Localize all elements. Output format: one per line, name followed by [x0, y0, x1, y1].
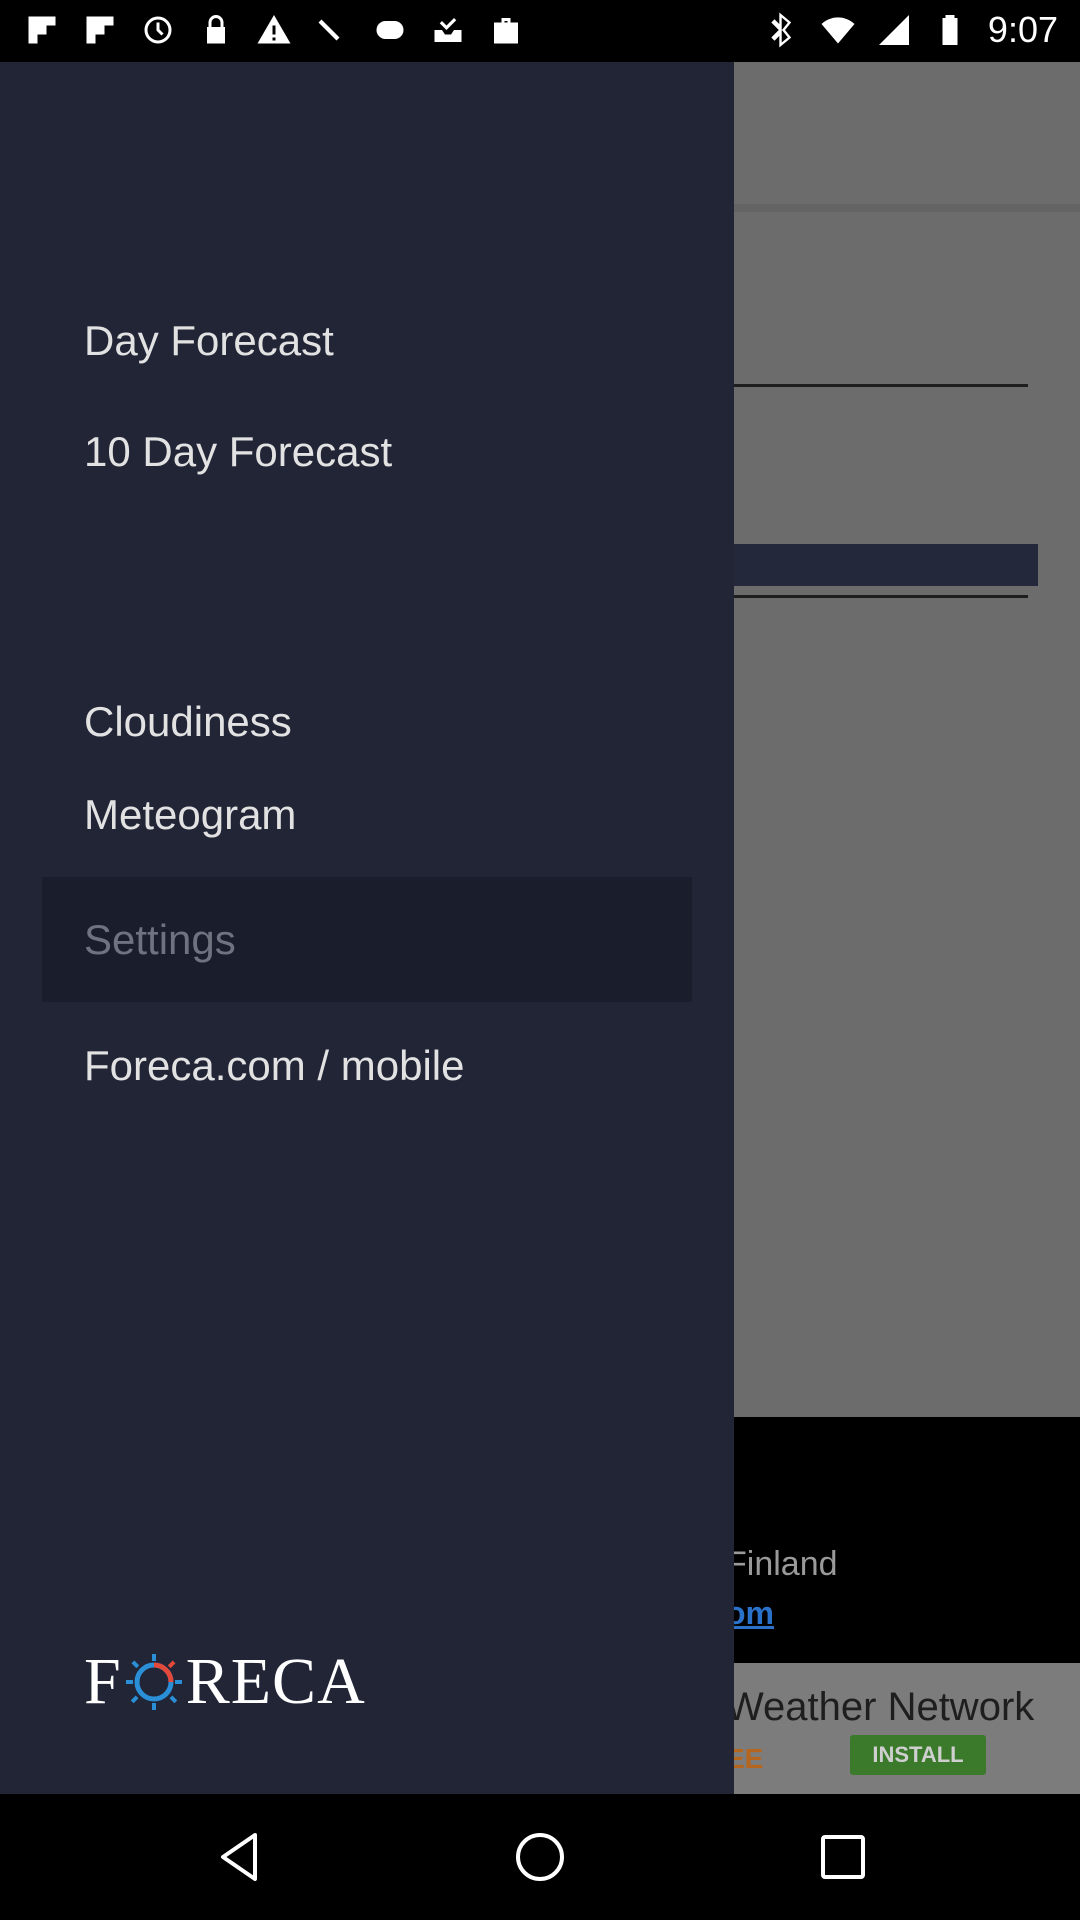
flipboard-icon [82, 10, 118, 50]
ad-text: Finland [726, 1545, 838, 1583]
sun-icon [125, 1654, 182, 1710]
install-button[interactable]: INSTALL [850, 1735, 986, 1775]
menu-item-label: Settings [84, 915, 236, 963]
menu-item-foreca-mobile[interactable]: Foreca.com / mobile [0, 1003, 734, 1128]
status-bar: 9:07 [0, 0, 1080, 62]
background-divider [730, 595, 1028, 598]
menu-item-10-day-forecast[interactable]: 10 Day Forecast [0, 404, 734, 494]
home-circle-icon [516, 1833, 564, 1881]
foreca-logo: F RECA [84, 1645, 366, 1718]
signal-icon [876, 10, 912, 50]
menu-item-settings[interactable]: Settings [42, 877, 692, 1002]
shopping-bag-icon [488, 10, 524, 50]
menu-item-label: Meteogram [84, 790, 297, 838]
wifi-icon [820, 10, 856, 50]
recent-apps-button[interactable] [808, 1822, 878, 1892]
game-controller-icon [372, 10, 408, 50]
background-divider [730, 384, 1028, 387]
background-bar [730, 544, 1038, 586]
status-time: 9:07 [987, 9, 1058, 50]
back-button[interactable] [206, 1822, 276, 1892]
lock-icon [198, 10, 234, 50]
home-button[interactable] [505, 1822, 575, 1892]
inbox-check-icon [430, 10, 466, 50]
back-triangle-icon [221, 1833, 257, 1881]
menu-item-cloudiness[interactable]: Cloudiness [0, 670, 734, 740]
menu-item-label: 10 Day Forecast [84, 428, 393, 475]
warning-icon [256, 10, 292, 50]
menu-item-day-forecast[interactable]: Day Forecast [0, 278, 734, 403]
menu-item-label: Day Forecast [84, 316, 334, 364]
menu-item-meteogram[interactable]: Meteogram [0, 752, 734, 877]
menu-item-label: Foreca.com / mobile [84, 1041, 465, 1089]
battery-icon [932, 10, 968, 50]
recent-square-icon [821, 1835, 865, 1879]
satellite-icon [314, 10, 350, 50]
ad-title: Weather Network [726, 1685, 1035, 1729]
sync-icon [140, 10, 176, 50]
system-navigation-bar [0, 1794, 1080, 1920]
navigation-drawer: Day Forecast 10 Day Forecast Cloudiness … [0, 62, 734, 1794]
menu-item-label: Cloudiness [84, 698, 292, 740]
bluetooth-icon [764, 10, 800, 50]
flipboard-icon [24, 10, 60, 50]
